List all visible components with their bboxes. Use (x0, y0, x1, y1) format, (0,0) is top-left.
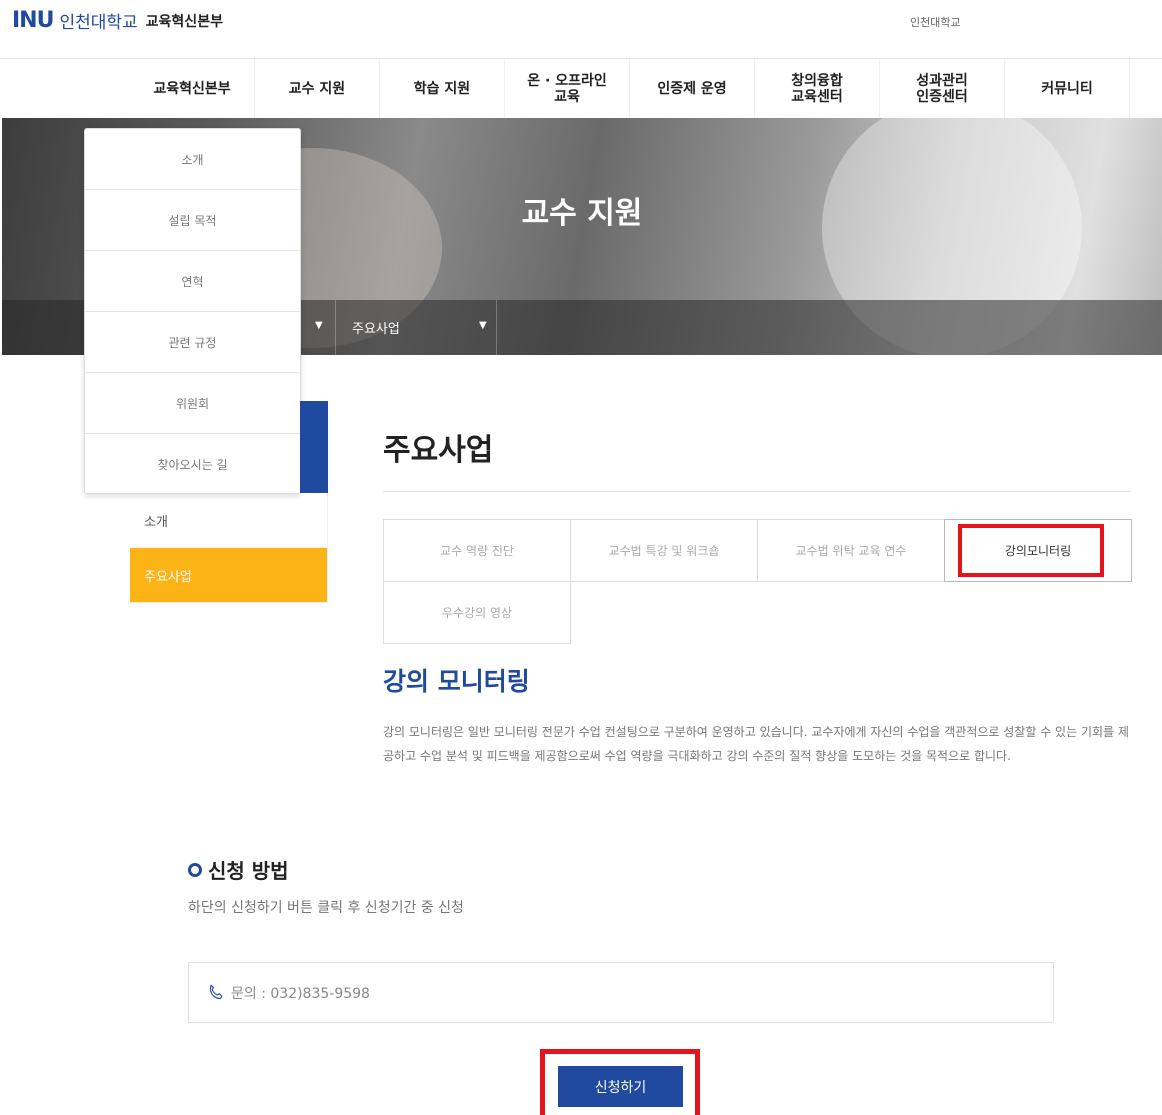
highlight-box-apply (540, 1049, 700, 1115)
dropdown-item-history[interactable]: 연혁 (85, 251, 300, 312)
apply-method-heading: 신청 방법 (188, 855, 289, 884)
dropdown-item-purpose[interactable]: 설립 목적 (85, 190, 300, 251)
section-title: 강의 모니터링 (383, 667, 530, 696)
contact-phone: 문의 : 032)835-9598 (231, 985, 370, 1002)
inu-logo-mark: INU (12, 8, 54, 33)
department-name: 교육혁신본부 (145, 13, 223, 30)
gnb-item-community[interactable]: 커뮤니티 (1005, 59, 1130, 119)
highlight-box-tab (958, 524, 1104, 577)
gnb-item-faculty-support[interactable]: 교수 지원 (255, 59, 380, 119)
title-divider (383, 491, 1131, 492)
tab-teaching-training[interactable]: 교수법 위탁 교육 연수 (757, 519, 945, 582)
dropdown-item-committee[interactable]: 위원회 (85, 373, 300, 434)
dropdown-item-intro[interactable]: 소개 (85, 129, 300, 190)
breadcrumb-divider (496, 300, 497, 355)
section-description: 강의 모니터링은 일반 모니터링 전문가 수업 컨설팅으로 구분하여 운영하고 … (383, 725, 1129, 763)
contact-box: 문의 : 032)835-9598 (188, 962, 1054, 1023)
gnb-item-creative-center[interactable]: 창의융합 교육센터 (755, 59, 880, 119)
gnb-item-performance-center[interactable]: 성과관리 인증센터 (880, 59, 1005, 119)
caret-down-icon[interactable]: ▼ (479, 320, 487, 331)
site-logo[interactable]: INU 인천대학교 교육혁신본부 (12, 8, 223, 33)
caret-down-icon[interactable]: ▼ (315, 320, 323, 331)
tab-excellent-lecture-video[interactable]: 우수강의 영상 (383, 581, 571, 644)
gnb-item-online-offline[interactable]: 온 · 오프라인 교육 (505, 59, 630, 119)
gnb-item-innovation[interactable]: 교육혁신본부 (130, 59, 255, 119)
university-name: 인천대학교 (59, 13, 138, 33)
phone-icon (209, 984, 223, 999)
sidebar-header (300, 401, 328, 493)
university-home-link[interactable]: 인천대학교 (910, 14, 961, 30)
page-title: 주요사업 (383, 433, 494, 468)
gnb-item-certification[interactable]: 인증제 운영 (630, 59, 755, 119)
tab-faculty-diagnosis[interactable]: 교수 역량 진단 (383, 519, 571, 582)
dropdown-item-regulations[interactable]: 관련 규정 (85, 312, 300, 373)
circle-bullet-icon (188, 862, 202, 877)
dropdown-item-directions[interactable]: 찾아오시는 길 (85, 434, 300, 495)
gnb-item-learning-support[interactable]: 학습 지원 (380, 59, 505, 119)
breadcrumb-dropdown-menu: 소개 설립 목적 연혁 관련 규정 위원회 찾아오시는 길 (84, 128, 301, 494)
breadcrumb-current[interactable]: 주요사업 (352, 318, 400, 337)
apply-method-title: 신청 방법 (208, 859, 289, 883)
top-header: INU 인천대학교 교육혁신본부 인천대학교 (0, 0, 1162, 50)
sidebar-menu: 소개 주요사업 (130, 493, 328, 603)
apply-method-description: 하단의 신청하기 버튼 클릭 후 신청기간 중 신청 (188, 900, 464, 916)
tab-teaching-workshop[interactable]: 교수법 특강 및 워크숍 (570, 519, 758, 582)
breadcrumb-divider (335, 300, 336, 355)
sidebar-item-intro[interactable]: 소개 (130, 493, 328, 548)
global-navigation: 교육혁신본부 교수 지원 학습 지원 온 · 오프라인 교육 인증제 운영 창의… (0, 58, 1162, 119)
sidebar-item-major-projects[interactable]: 주요사업 (130, 548, 328, 603)
